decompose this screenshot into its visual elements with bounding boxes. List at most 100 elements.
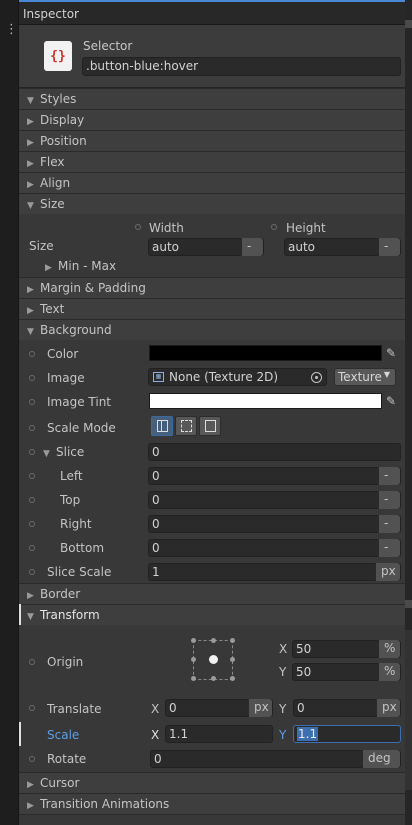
origin-anchor-dot[interactable] <box>211 676 216 681</box>
scale-y-value-selected: 1.1 <box>297 727 319 741</box>
slice-bottom-field[interactable]: 0 - <box>148 539 401 557</box>
section-size[interactable]: ▼ Size <box>19 193 405 214</box>
slice-scale-unit[interactable]: px <box>375 563 400 581</box>
scale-y-field[interactable]: 1.1 <box>293 725 401 743</box>
section-transition-animations[interactable]: ▶ Transition Animations <box>19 793 405 814</box>
section-margin-padding[interactable]: ▶ Margin & Padding <box>19 277 405 298</box>
origin-y-field[interactable]: 50 % <box>292 663 401 681</box>
origin-anchor-dot[interactable] <box>230 657 235 662</box>
section-label: Transform <box>40 608 100 622</box>
background-content: Color ✎ Image ▦ None (Texture 2D) Textur… <box>19 340 405 583</box>
section-align[interactable]: ▶ Align <box>19 172 405 193</box>
object-picker-icon[interactable] <box>311 372 322 383</box>
minmax-foldout[interactable]: ▶ Min - Max <box>45 259 116 273</box>
slice-top-unit[interactable]: - <box>378 491 400 509</box>
section-position[interactable]: ▶ Position <box>19 130 405 151</box>
width-unit-button[interactable]: - <box>241 238 263 256</box>
size-label: Size <box>29 239 54 253</box>
section-styles[interactable]: ▼ Styles <box>19 88 405 109</box>
triangle-right-icon: ▶ <box>27 138 34 148</box>
stretch-to-fill-button[interactable] <box>151 416 173 436</box>
origin-anchor-dot[interactable] <box>230 676 235 681</box>
image-type-dropdown[interactable]: Texture ▼ <box>334 368 396 386</box>
slice-left-field[interactable]: 0 - <box>148 467 401 485</box>
triangle-down-icon: ▼ <box>27 96 34 106</box>
section-background[interactable]: ▼ Background <box>19 319 405 340</box>
translate-x-field[interactable]: 0 px <box>165 699 273 717</box>
height-value: auto <box>288 240 316 254</box>
strip-marker <box>405 20 412 28</box>
scale-x-field[interactable]: 1.1 <box>165 725 273 743</box>
slice-scale-label: Slice Scale <box>47 565 112 579</box>
origin-selector[interactable] <box>191 638 235 681</box>
origin-label: Origin <box>47 655 84 669</box>
slice-bottom-unit[interactable]: - <box>378 539 400 557</box>
origin-anchor-selected-dot[interactable] <box>209 655 218 664</box>
tint-swatch[interactable] <box>149 393 382 409</box>
origin-anchor-dot[interactable] <box>230 638 235 643</box>
image-object-field[interactable]: ▦ None (Texture 2D) <box>148 368 327 386</box>
width-label: Width <box>149 221 184 235</box>
origin-x-unit[interactable]: % <box>378 640 400 658</box>
size-content: Width Height Size auto - auto - ▶ Min - M… <box>19 214 405 277</box>
slice-foldout[interactable]: ▼ Slice <box>43 445 84 459</box>
scale-mode-label: Scale Mode <box>47 421 116 435</box>
color-swatch[interactable] <box>149 345 382 361</box>
more-options-icon[interactable]: ⋮ <box>5 23 18 36</box>
origin-anchor-dot[interactable] <box>191 657 196 662</box>
slice-right-label: Right <box>60 517 92 531</box>
section-label: Position <box>40 134 87 148</box>
origin-anchor-dot[interactable] <box>191 638 196 643</box>
stretch-icon <box>157 420 168 432</box>
inspector-title: Inspector <box>19 0 405 25</box>
origin-anchor-dot[interactable] <box>211 638 216 643</box>
slice-scale-field[interactable]: 1 px <box>148 563 401 581</box>
origin-anchor-dot[interactable] <box>191 676 196 681</box>
rotate-field[interactable]: 0 deg <box>150 750 401 768</box>
slice-override-dot <box>29 449 35 455</box>
right-override-dot <box>29 521 35 527</box>
scale-y-label: Y <box>279 728 287 742</box>
crop-icon <box>181 420 192 432</box>
triangle-down-icon: ▼ <box>27 612 34 622</box>
scale-x-value: 1.1 <box>169 727 189 741</box>
rotate-value: 0 <box>154 752 162 766</box>
eyedropper-icon[interactable]: ✎ <box>383 393 399 409</box>
height-field[interactable]: auto - <box>284 238 401 256</box>
color-label: Color <box>47 347 79 361</box>
translate-x-unit[interactable]: px <box>248 699 272 717</box>
slice-bottom-label: Bottom <box>60 541 105 555</box>
translate-y-unit[interactable]: px <box>376 699 400 717</box>
scale-to-fit-button[interactable] <box>199 416 221 436</box>
section-cursor[interactable]: ▶ Cursor <box>19 772 405 793</box>
slice-top-field[interactable]: 0 - <box>148 491 401 509</box>
origin-y-label: Y <box>279 665 287 679</box>
section-flex[interactable]: ▶ Flex <box>19 151 405 172</box>
selector-field[interactable]: .button-blue:hover <box>82 57 401 76</box>
section-border[interactable]: ▶ Border <box>19 583 405 604</box>
slice-left-unit[interactable]: - <box>378 467 400 485</box>
height-unit-button[interactable]: - <box>378 238 400 256</box>
triangle-right-icon: ▶ <box>27 159 34 169</box>
scale-and-crop-button[interactable] <box>175 416 197 436</box>
section-transform[interactable]: ▼ Transform <box>19 604 405 625</box>
section-label: Margin & Padding <box>40 281 146 295</box>
section-label: Background <box>40 323 112 337</box>
translate-y-field[interactable]: 0 px <box>293 699 401 717</box>
section-label: Border <box>40 587 81 601</box>
slice-top-label: Top <box>60 493 81 507</box>
section-text[interactable]: ▶ Text <box>19 298 405 319</box>
origin-x-field[interactable]: 50 % <box>292 640 401 658</box>
width-field[interactable]: auto - <box>148 238 264 256</box>
slice-field[interactable]: 0 <box>148 443 401 461</box>
eyedropper-icon[interactable]: ✎ <box>383 345 399 361</box>
origin-y-unit[interactable]: % <box>378 663 400 681</box>
right-scroll-strip[interactable] <box>405 0 412 825</box>
section-label: Cursor <box>40 776 80 790</box>
triangle-right-icon: ▶ <box>27 285 34 295</box>
section-display[interactable]: ▶ Display <box>19 109 405 130</box>
image-value: None (Texture 2D) <box>169 370 279 384</box>
rotate-unit[interactable]: deg <box>362 750 400 768</box>
slice-right-unit[interactable]: - <box>378 515 400 533</box>
slice-right-field[interactable]: 0 - <box>148 515 401 533</box>
